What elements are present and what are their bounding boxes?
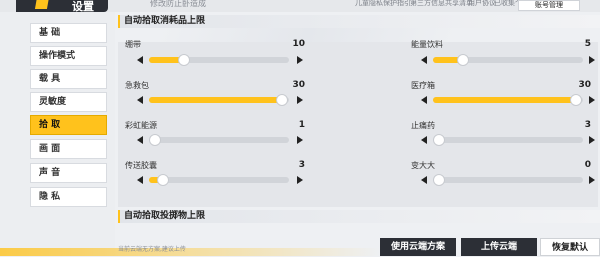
sidebar: 基 础 操作模式 载 具 灵敏度 拾 取 画 面 声 音 隐 私 bbox=[0, 12, 115, 256]
sidebar-item-control-mode[interactable]: 操作模式 bbox=[30, 46, 107, 66]
sidebar-item-pickup[interactable]: 拾 取 bbox=[30, 115, 107, 135]
slider-value: 5 bbox=[584, 39, 591, 49]
increase-arrow-icon[interactable] bbox=[589, 176, 595, 184]
slider-thumb[interactable] bbox=[433, 134, 445, 146]
increase-arrow-icon[interactable] bbox=[297, 136, 303, 144]
increase-arrow-icon[interactable] bbox=[297, 56, 303, 64]
increase-arrow-icon[interactable] bbox=[589, 56, 595, 64]
slider-thumb[interactable] bbox=[178, 54, 190, 66]
decrease-arrow-icon[interactable] bbox=[137, 56, 143, 64]
slider-label: 绷带 bbox=[125, 40, 141, 49]
link-child-privacy[interactable]: 儿童隐私保护指引 bbox=[355, 0, 411, 8]
sidebar-item-privacy[interactable]: 隐 私 bbox=[30, 187, 107, 207]
slider-track[interactable] bbox=[433, 54, 583, 66]
slider-label: 彩虹能源 bbox=[125, 121, 157, 130]
slider-value: 3 bbox=[298, 160, 305, 170]
increase-arrow-icon[interactable] bbox=[589, 96, 595, 104]
sidebar-item-basic[interactable]: 基 础 bbox=[30, 23, 107, 43]
section-consumables-header: 自动拾取消耗品上限 bbox=[118, 15, 600, 28]
decrease-arrow-icon[interactable] bbox=[421, 96, 427, 104]
section-throwables-header: 自动拾取投掷物上限 bbox=[118, 210, 600, 223]
slider-label: 能量饮料 bbox=[411, 40, 443, 49]
upload-cloud-button[interactable]: 上传云端 bbox=[461, 238, 537, 256]
settings-panel: 自动拾取消耗品上限 绷带 10 急救包 30 彩虹能源 1 传送胶囊 3 能量饮… bbox=[115, 12, 600, 256]
slider-label: 传送胶囊 bbox=[125, 161, 157, 170]
decrease-arrow-icon[interactable] bbox=[421, 176, 427, 184]
restore-default-button[interactable]: 恢复默认 bbox=[540, 238, 600, 256]
slider-label: 止痛药 bbox=[411, 121, 435, 130]
settings-icon bbox=[34, 0, 50, 9]
slider-thumb[interactable] bbox=[149, 134, 161, 146]
slider-thumb[interactable] bbox=[276, 94, 288, 106]
link-third-party[interactable]: 第三方信息共享清单 bbox=[410, 0, 473, 8]
slider-label: 医疗箱 bbox=[411, 81, 435, 90]
slider-label: 急救包 bbox=[125, 81, 149, 90]
slider-thumb[interactable] bbox=[457, 54, 469, 66]
settings-header: 设置 bbox=[16, 0, 108, 13]
slider-thumb[interactable] bbox=[569, 94, 582, 106]
slider-label: 变大大 bbox=[411, 161, 435, 170]
sidebar-item-vehicle[interactable]: 载 具 bbox=[30, 69, 107, 89]
slider-value: 1 bbox=[298, 120, 305, 130]
slider-thumb[interactable] bbox=[433, 174, 445, 186]
sidebar-item-sound[interactable]: 声 音 bbox=[30, 163, 107, 183]
decrease-arrow-icon[interactable] bbox=[137, 96, 143, 104]
sidebar-item-sensitivity[interactable]: 灵敏度 bbox=[30, 92, 107, 112]
increase-arrow-icon[interactable] bbox=[297, 176, 303, 184]
footer-bar: 当前云端无方案,建议上传 使用云端方案 上传云端 恢复默认 bbox=[115, 232, 600, 256]
slider-fill bbox=[149, 97, 282, 103]
cloud-status-note: 当前云端无方案,建议上传 bbox=[118, 246, 186, 253]
slider-value: 30 bbox=[578, 80, 591, 90]
slider-fill bbox=[433, 97, 576, 103]
slider-track[interactable] bbox=[149, 174, 289, 186]
slider-value: 3 bbox=[584, 120, 591, 130]
decrease-arrow-icon[interactable] bbox=[137, 136, 143, 144]
link-user-agreement[interactable]: 用户协议 bbox=[468, 0, 496, 8]
slider-track[interactable] bbox=[149, 54, 289, 66]
decrease-arrow-icon[interactable] bbox=[421, 56, 427, 64]
slider-track[interactable] bbox=[149, 94, 289, 106]
increase-arrow-icon[interactable] bbox=[589, 136, 595, 144]
decrease-arrow-icon[interactable] bbox=[137, 176, 143, 184]
increase-arrow-icon[interactable] bbox=[297, 96, 303, 104]
slider-value: 30 bbox=[292, 80, 305, 90]
top-bar: 设置 修改防止卧造成 儿童隐私保护指引 第三方信息共享清单 用户协议 已收集个人… bbox=[0, 0, 600, 13]
slider-value: 0 bbox=[584, 160, 591, 170]
use-cloud-scheme-button[interactable]: 使用云端方案 bbox=[380, 238, 456, 256]
slider-value: 10 bbox=[292, 39, 305, 49]
slider-track[interactable] bbox=[433, 94, 583, 106]
decrease-arrow-icon[interactable] bbox=[421, 136, 427, 144]
slider-track[interactable] bbox=[433, 134, 583, 146]
slider-track[interactable] bbox=[149, 134, 289, 146]
sidebar-item-graphics[interactable]: 画 面 bbox=[30, 139, 107, 159]
slider-thumb[interactable] bbox=[157, 174, 169, 186]
section-consumables-title: 自动拾取消耗品上限 bbox=[124, 16, 206, 26]
section-throwables-title: 自动拾取投掷物上限 bbox=[124, 211, 206, 221]
page-subtitle: 修改防止卧造成 bbox=[150, 0, 206, 8]
account-management-button[interactable]: 账号管理 bbox=[518, 0, 580, 11]
slider-track[interactable] bbox=[433, 174, 583, 186]
